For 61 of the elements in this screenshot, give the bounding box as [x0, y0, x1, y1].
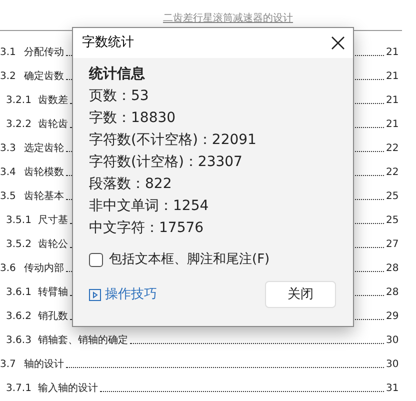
toc-page-number: 25 [386, 190, 400, 204]
section-title: 统计信息 [89, 65, 146, 84]
statistic-line: 页数：53 [89, 87, 150, 106]
toc-number: 3.2.1 [6, 94, 32, 108]
statistic-line: 段落数：822 [89, 175, 173, 194]
toc-page-number: 21 [386, 118, 400, 132]
toc-number: 3.6.1 [6, 286, 32, 300]
toc-page-number: 30 [386, 334, 400, 348]
toc-number: 3.2.2 [6, 118, 32, 132]
toc-title[interactable]: 转臂轴 [38, 284, 68, 300]
toc-title[interactable]: 确定齿数 [24, 68, 64, 84]
toc-page-number: 27 [386, 238, 400, 252]
toc-title[interactable]: 齿轮基本 [24, 188, 64, 204]
statistic-line: 字数：18830 [89, 109, 177, 128]
tips-link[interactable]: 操作技巧 [89, 284, 157, 304]
toc-page-number: 28 [386, 262, 400, 276]
checkbox-label: 包括文本框、脚注和尾注(F) [109, 251, 270, 270]
toc-number: 3.7 [0, 358, 17, 372]
toc-title[interactable]: 分配传动 [24, 44, 64, 60]
statistic-line: 字符数(不计空格)：22091 [89, 131, 258, 150]
toc-number: 3.6.2 [6, 310, 32, 324]
toc-number: 3.1 [0, 46, 17, 60]
close-icon[interactable] [331, 36, 345, 50]
toc-page-number: 21 [386, 94, 400, 108]
toc-title[interactable]: 齿轮公 [38, 236, 68, 252]
toc-title[interactable]: 齿数差 [38, 92, 68, 108]
toc-title[interactable]: 选定齿轮 [24, 140, 64, 156]
toc-number: 3.5.1 [6, 214, 32, 228]
toc-page-number: 22 [386, 142, 400, 156]
toc-page-number: 25 [386, 214, 400, 228]
toc-title[interactable]: 销轴套、销轴的确定 [38, 332, 128, 348]
toc-number: 3.7.1 [6, 382, 32, 396]
toc-number: 3.3 [0, 142, 17, 156]
toc-number: 3.6 [0, 262, 17, 276]
toc-page-number: 31 [386, 382, 400, 396]
toc-page-number: 21 [386, 70, 400, 84]
dialog-title: 字数统计 [82, 34, 134, 52]
statistic-line: 字符数(计空格)：23307 [89, 153, 244, 172]
toc-number: 3.5.2 [6, 238, 32, 252]
page-header: 二齿差行星滚筒减速器的设计 [163, 12, 293, 26]
toc-title[interactable]: 输入轴的设计 [38, 380, 98, 396]
toc-title[interactable]: 齿轮齿 [38, 116, 68, 132]
toc-page-number: 30 [386, 358, 400, 372]
toc-title[interactable]: 销孔数 [38, 308, 68, 324]
toc-page-number: 21 [386, 46, 400, 60]
toc-page-number: 22 [386, 166, 400, 180]
toc-title[interactable]: 齿轮模数 [24, 164, 64, 180]
close-button[interactable]: 关闭 [265, 281, 336, 308]
toc-number: 3.2 [0, 70, 17, 84]
toc-title[interactable]: 轴的设计 [24, 356, 64, 372]
toc-page-number: 28 [386, 286, 400, 300]
toc-title[interactable]: 传动内部 [24, 260, 64, 276]
toc-number: 3.6.3 [6, 334, 32, 348]
toc-title[interactable]: 尺寸基 [38, 212, 68, 228]
play-icon [89, 288, 101, 300]
checkbox[interactable] [89, 253, 103, 267]
statistic-line: 中文字符：17576 [89, 219, 205, 238]
toc-page-number: 29 [386, 310, 400, 324]
toc-number: 3.4 [0, 166, 17, 180]
statistic-line: 非中文单词：1254 [89, 197, 210, 216]
toc-number: 3.5 [0, 190, 17, 204]
